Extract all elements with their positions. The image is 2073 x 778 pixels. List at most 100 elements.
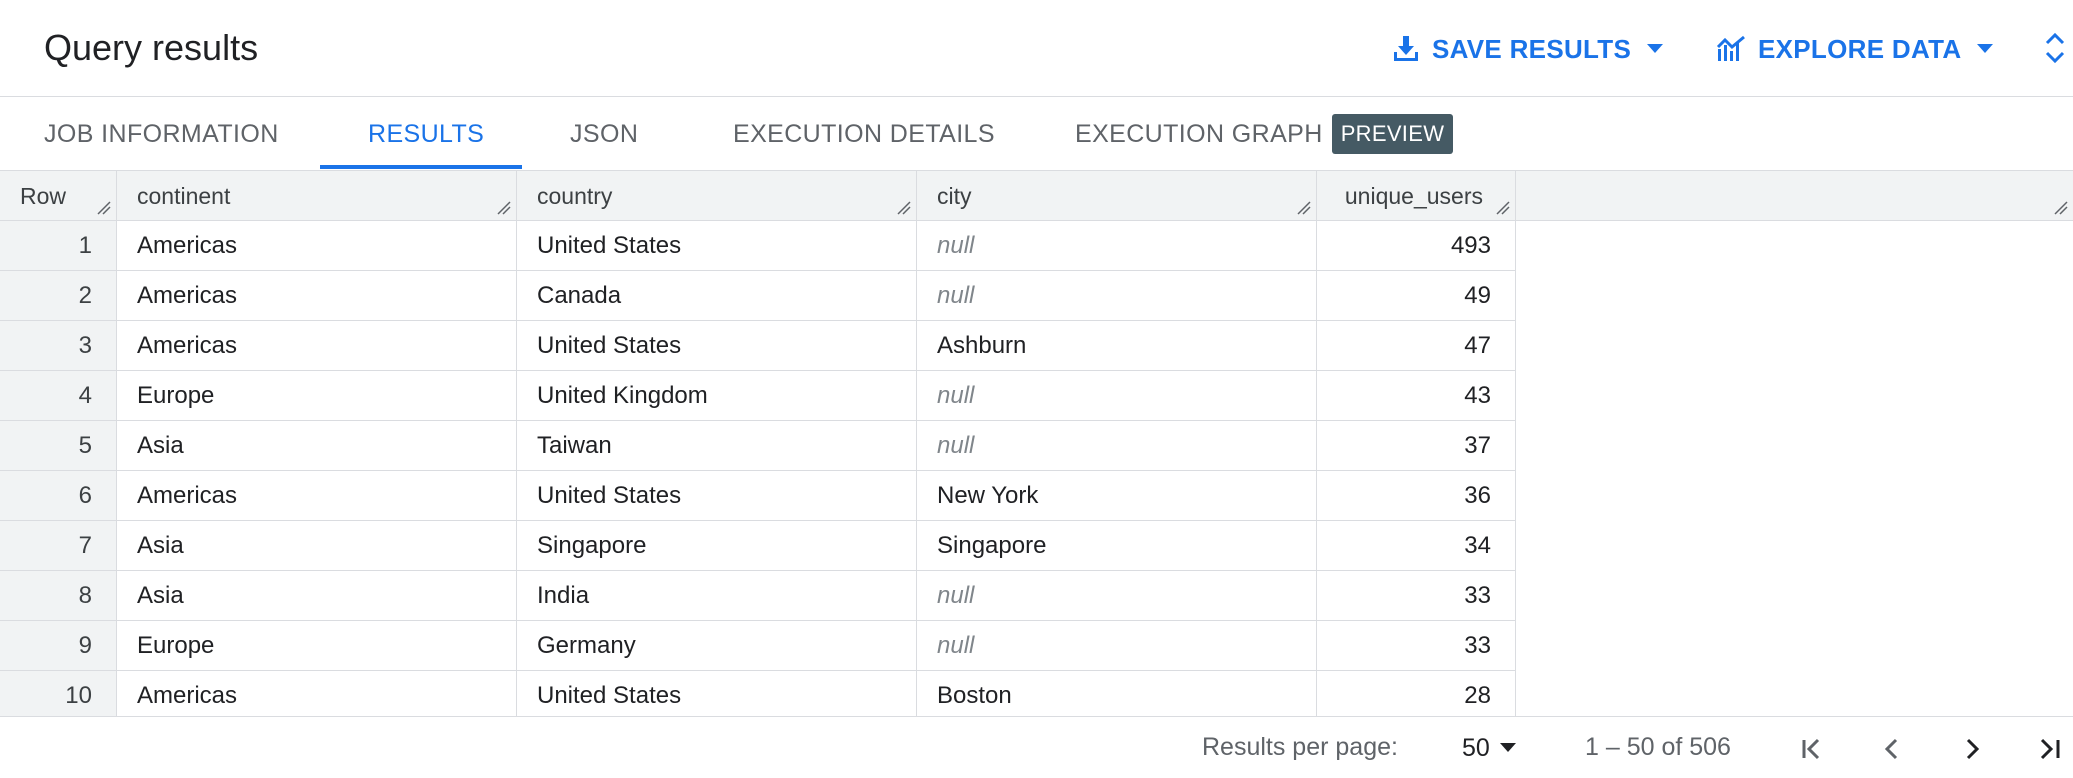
resize-handle-icon[interactable]	[97, 201, 111, 215]
table-row[interactable]: 10 Americas United States Boston 28	[0, 671, 1516, 721]
chevron-left-icon[interactable]	[1870, 727, 1914, 771]
row-number-cell[interactable]: 5	[0, 421, 117, 471]
country-cell[interactable]: Singapore	[517, 521, 917, 571]
table-row[interactable]: 9 Europe Germany null 33	[0, 621, 1516, 671]
unique-users-cell[interactable]: 28	[1317, 671, 1516, 721]
save-results-button[interactable]: SAVE RESULTS	[1392, 26, 1664, 72]
continent-cell[interactable]: Americas	[117, 671, 517, 721]
city-cell-value: null	[937, 381, 975, 409]
continent-cell-value: Americas	[137, 231, 238, 259]
unique-users-cell[interactable]: 33	[1317, 621, 1516, 671]
row-number-cell[interactable]: 6	[0, 471, 117, 521]
column-header-label: continent	[137, 182, 231, 209]
tab-results[interactable]: RESULTS	[368, 97, 484, 171]
continent-cell[interactable]: Americas	[117, 321, 517, 371]
country-cell-value: United States	[537, 331, 682, 359]
unique-users-cell[interactable]: 34	[1317, 521, 1516, 571]
city-cell[interactable]: Singapore	[917, 521, 1317, 571]
city-cell[interactable]: null	[917, 621, 1317, 671]
table-header-row: Row continent country city unique_users	[0, 171, 2073, 221]
resize-handle-icon[interactable]	[2054, 201, 2068, 215]
city-cell[interactable]: null	[917, 221, 1317, 271]
explore-data-button[interactable]: EXPLORE DATA	[1716, 26, 1994, 72]
resize-handle-icon[interactable]	[1496, 201, 1510, 215]
table-row[interactable]: 4 Europe United Kingdom null 43	[0, 371, 1516, 421]
city-cell-value: Boston	[937, 681, 1012, 709]
continent-cell-value: Americas	[137, 281, 238, 309]
row-number-cell[interactable]: 3	[0, 321, 117, 371]
country-cell[interactable]: Canada	[517, 271, 917, 321]
city-cell[interactable]: Ashburn	[917, 321, 1317, 371]
tab-execution-details[interactable]: EXECUTION DETAILS	[733, 97, 995, 171]
unique-users-cell[interactable]: 37	[1317, 421, 1516, 471]
resize-handle-icon[interactable]	[1297, 201, 1311, 215]
tab-json[interactable]: JSON	[570, 97, 638, 171]
row-number-cell[interactable]: 10	[0, 671, 117, 721]
column-header-unique-users[interactable]: unique_users	[1317, 171, 1516, 221]
row-number-cell[interactable]: 7	[0, 521, 117, 571]
table-row[interactable]: 6 Americas United States New York 36	[0, 471, 1516, 521]
country-cell-value: Germany	[537, 631, 636, 659]
first-page-icon[interactable]	[1790, 727, 1834, 771]
table-row[interactable]: 3 Americas United States Ashburn 47	[0, 321, 1516, 371]
city-cell-value: null	[937, 631, 975, 659]
city-cell[interactable]: null	[917, 421, 1317, 471]
country-cell-value: United States	[537, 481, 682, 509]
continent-cell[interactable]: Asia	[117, 521, 517, 571]
unique-users-cell[interactable]: 36	[1317, 471, 1516, 521]
country-cell[interactable]: United States	[517, 321, 917, 371]
country-cell-value: United Kingdom	[537, 381, 708, 409]
city-cell[interactable]: New York	[917, 471, 1317, 521]
continent-cell[interactable]: Asia	[117, 571, 517, 621]
continent-cell[interactable]: Americas	[117, 271, 517, 321]
unique-users-cell-value: 37	[1464, 431, 1491, 459]
city-cell-value: null	[937, 431, 975, 459]
unique-users-cell[interactable]: 493	[1317, 221, 1516, 271]
unique-users-cell[interactable]: 47	[1317, 321, 1516, 371]
country-cell[interactable]: Taiwan	[517, 421, 917, 471]
results-per-page-select[interactable]: 50	[1462, 729, 1516, 767]
country-cell[interactable]: India	[517, 571, 917, 621]
city-cell[interactable]: null	[917, 571, 1317, 621]
unique-users-cell[interactable]: 43	[1317, 371, 1516, 421]
continent-cell[interactable]: Americas	[117, 221, 517, 271]
country-cell[interactable]: United States	[517, 671, 917, 721]
table-row[interactable]: 7 Asia Singapore Singapore 34	[0, 521, 1516, 571]
unique-users-cell-value: 493	[1450, 231, 1491, 259]
continent-cell[interactable]: Asia	[117, 421, 517, 471]
row-number-cell[interactable]: 4	[0, 371, 117, 421]
table-row[interactable]: 8 Asia India null 33	[0, 571, 1516, 621]
tab-job-information[interactable]: JOB INFORMATION	[44, 97, 279, 171]
country-cell[interactable]: United States	[517, 471, 917, 521]
download-icon	[1392, 34, 1420, 64]
country-cell[interactable]: United Kingdom	[517, 371, 917, 421]
row-number-cell[interactable]: 1	[0, 221, 117, 271]
row-number-cell[interactable]: 9	[0, 621, 117, 671]
column-header-country[interactable]: country	[517, 171, 917, 221]
continent-cell-value: Europe	[137, 631, 215, 659]
chevron-right-icon[interactable]	[1950, 727, 1994, 771]
resize-handle-icon[interactable]	[497, 201, 511, 215]
column-header-continent[interactable]: continent	[117, 171, 517, 221]
last-page-icon[interactable]	[2028, 727, 2072, 771]
country-cell[interactable]: Germany	[517, 621, 917, 671]
resize-handle-icon[interactable]	[897, 201, 911, 215]
unique-users-cell[interactable]: 49	[1317, 271, 1516, 321]
city-cell[interactable]: Boston	[917, 671, 1317, 721]
row-number-cell[interactable]: 2	[0, 271, 117, 321]
unfold-icon[interactable]	[2040, 28, 2070, 68]
table-row[interactable]: 5 Asia Taiwan null 37	[0, 421, 1516, 471]
tab-execution-graph[interactable]: EXECUTION GRAPH PREVIEW	[1075, 97, 1454, 171]
column-header-row[interactable]: Row	[0, 171, 117, 221]
row-number-cell[interactable]: 8	[0, 571, 117, 621]
continent-cell[interactable]: Europe	[117, 621, 517, 671]
city-cell[interactable]: null	[917, 271, 1317, 321]
continent-cell[interactable]: Americas	[117, 471, 517, 521]
country-cell[interactable]: United States	[517, 221, 917, 271]
city-cell[interactable]: null	[917, 371, 1317, 421]
unique-users-cell[interactable]: 33	[1317, 571, 1516, 621]
continent-cell[interactable]: Europe	[117, 371, 517, 421]
column-header-city[interactable]: city	[917, 171, 1317, 221]
table-row[interactable]: 1 Americas United States null 493	[0, 221, 1516, 271]
table-row[interactable]: 2 Americas Canada null 49	[0, 271, 1516, 321]
